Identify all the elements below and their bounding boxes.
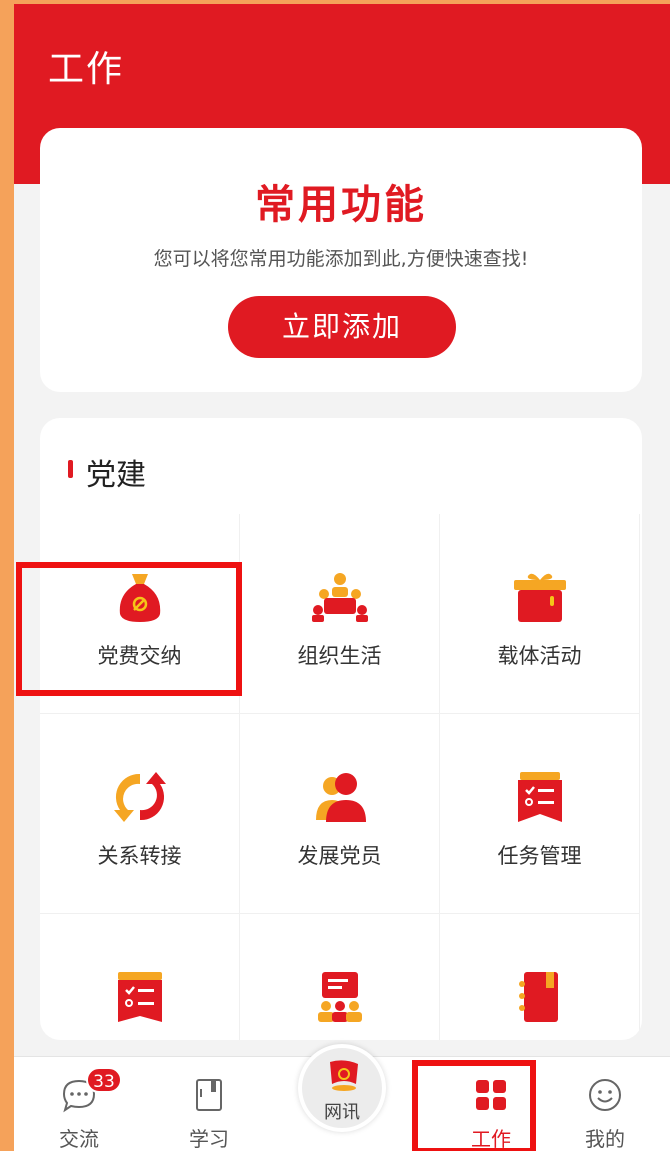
gift-box-icon	[514, 573, 566, 622]
meeting-icon	[312, 573, 368, 622]
tab-mine[interactable]: 我的	[550, 1057, 660, 1151]
checklist-icon	[118, 972, 162, 1022]
tab-chat[interactable]: 33 交流	[24, 1057, 134, 1151]
grid-item-8[interactable]	[240, 914, 440, 1040]
grid-item-9[interactable]	[440, 914, 640, 1040]
tab-label: 学习	[189, 1127, 229, 1151]
tab-label: 我的	[585, 1127, 625, 1151]
grid-item-label: 发展党员	[297, 844, 382, 868]
tab-news[interactable]: 网讯	[298, 1044, 386, 1132]
common-functions-description: 您可以将您常用功能添加到此,方便快速查找!	[153, 248, 529, 270]
task-list-icon	[518, 772, 562, 822]
grid-item-relation-transfer[interactable]: 关系转接	[40, 714, 240, 914]
unread-badge: 33	[86, 1067, 122, 1093]
grid-item-develop-member[interactable]: 发展党员	[240, 714, 440, 914]
grid-item-7[interactable]	[40, 914, 240, 1040]
grid-item-task-management[interactable]: 任务管理	[440, 714, 640, 914]
tab-work[interactable]: 工作	[436, 1057, 546, 1151]
section-title: 党建	[86, 458, 146, 493]
common-functions-title: 常用功能	[255, 182, 427, 228]
party-building-card: 党建 党费交纳 组织生活 载体活动 关系转接 发展党员 任务管理	[40, 418, 642, 1040]
party-flag-icon	[330, 1060, 358, 1091]
add-now-button[interactable]: 立即添加	[228, 296, 456, 358]
common-functions-card: 常用功能 您可以将您常用功能添加到此,方便快速查找! 立即添加	[40, 128, 642, 392]
grid-item-label: 任务管理	[497, 844, 582, 868]
add-member-icon	[316, 773, 366, 822]
grid-item-label: 党费交纳	[97, 644, 182, 668]
grid-item-party-fee[interactable]: 党费交纳	[40, 514, 240, 714]
grid-icon	[476, 1080, 506, 1110]
section-accent-bar	[68, 460, 73, 478]
tab-label: 网讯	[324, 1102, 360, 1123]
transfer-arrows-icon	[114, 772, 166, 822]
book-icon	[196, 1079, 222, 1111]
presentation-icon	[318, 972, 362, 1022]
tab-label: 工作	[471, 1127, 511, 1151]
grid-item-label: 关系转接	[97, 844, 182, 868]
money-bag-icon	[119, 574, 161, 622]
grid-item-carrier-activity[interactable]: 载体活动	[440, 514, 640, 714]
smiley-face-icon	[589, 1079, 621, 1111]
grid-item-label: 载体活动	[497, 644, 582, 668]
notebook-icon	[519, 972, 558, 1022]
grid-item-label: 组织生活	[297, 644, 382, 668]
grid-item-org-life[interactable]: 组织生活	[240, 514, 440, 714]
tab-study[interactable]: 学习	[154, 1057, 264, 1151]
tab-label: 交流	[59, 1127, 99, 1151]
app-screen: 工作 常用功能 您可以将您常用功能添加到此,方便快速查找! 立即添加 党建 党费…	[0, 0, 670, 1151]
page-title: 工作	[48, 49, 125, 90]
